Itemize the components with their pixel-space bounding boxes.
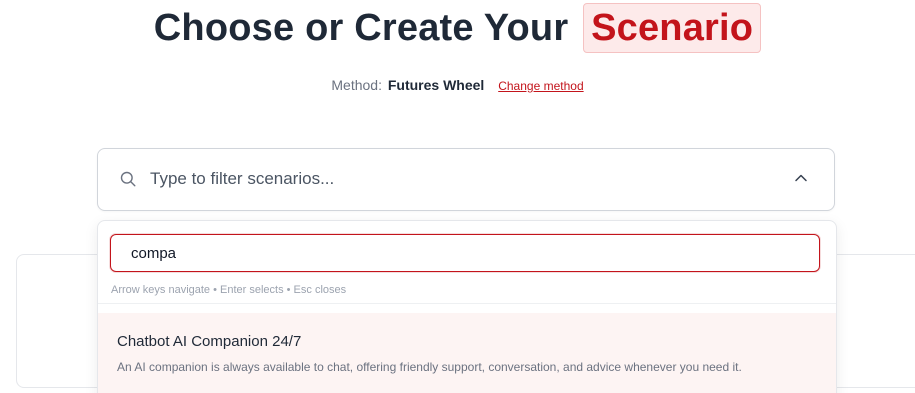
scenario-dropdown: Arrow keys navigate • Enter selects • Es… xyxy=(97,220,837,393)
keyboard-hint: Arrow keys navigate • Enter selects • Es… xyxy=(111,284,347,296)
scenario-search-input[interactable] xyxy=(110,234,820,272)
scenario-filter-combobox[interactable]: Type to filter scenarios... xyxy=(97,148,835,211)
scenario-picker-page: Choose or Create Your Scenario Method: F… xyxy=(0,0,915,393)
page-title-highlight: Scenario xyxy=(583,3,762,53)
page-title-prefix: Choose or Create Your xyxy=(153,7,569,49)
scenario-option[interactable]: Chatbot AI Companion 24/7 An AI companio… xyxy=(98,313,836,393)
search-icon xyxy=(120,171,136,187)
filter-placeholder: Type to filter scenarios... xyxy=(150,169,335,188)
method-name: Futures Wheel xyxy=(387,77,485,93)
divider xyxy=(98,303,836,304)
scenario-option-title: Chatbot AI Companion 24/7 xyxy=(117,333,302,350)
change-method-link[interactable]: Change method xyxy=(498,79,583,93)
scenario-option-description: An AI companion is always available to c… xyxy=(117,360,742,374)
method-row: Method: Futures Wheel Change method xyxy=(0,77,915,93)
chevron-up-icon[interactable] xyxy=(794,173,808,183)
page-title: Choose or Create Your Scenario xyxy=(0,3,915,53)
method-label: Method: xyxy=(331,77,382,93)
